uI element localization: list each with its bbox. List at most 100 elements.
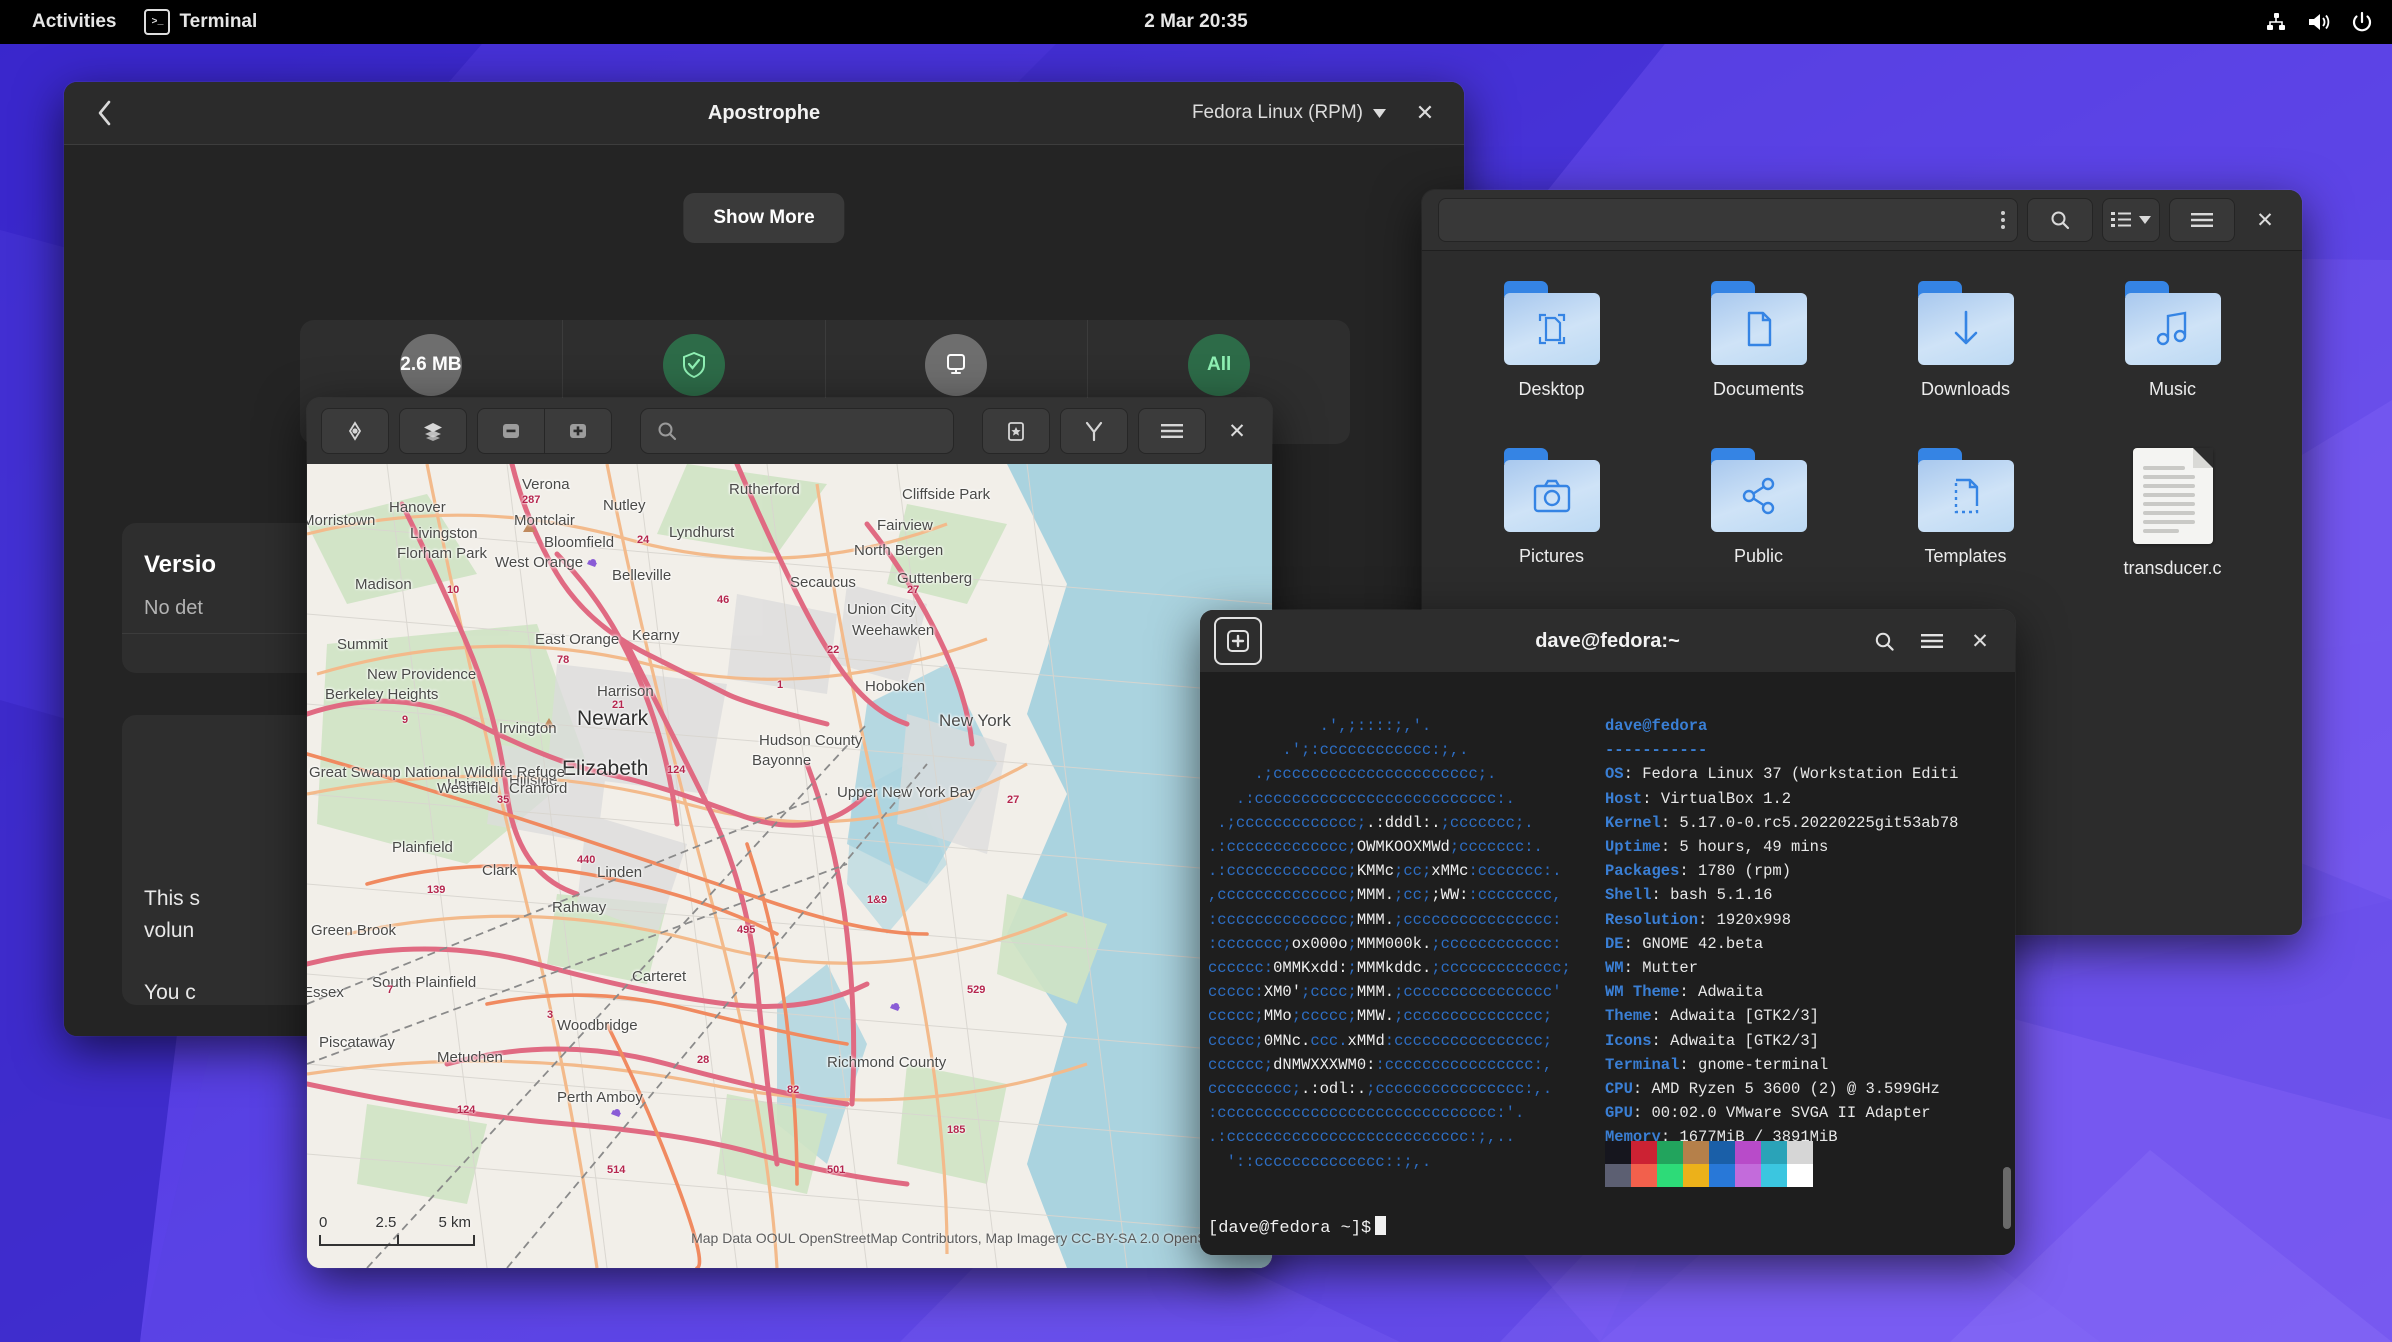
road-shield-label: 82 (787, 1084, 800, 1096)
file-item-documents[interactable]: Documents (1655, 273, 1862, 408)
neofetch-line: Resolution: 1920x998 (1605, 910, 1792, 929)
route-button[interactable] (1060, 408, 1128, 454)
file-item-public[interactable]: Public (1655, 440, 1862, 587)
list-view-icon (2111, 212, 2131, 227)
file-item-pictures[interactable]: Pictures (1448, 440, 1655, 587)
palette-swatch (1787, 1141, 1813, 1164)
file-item-music[interactable]: Music (2069, 273, 2276, 408)
maps-search-input[interactable] (640, 408, 954, 454)
apostrophe-titlebar: Apostrophe Fedora Linux (RPM) ✕ (64, 82, 1464, 145)
map-place-label: Madison (355, 576, 412, 593)
text-cursor (1375, 1215, 1387, 1235)
road-shield-label: 10 (447, 584, 460, 596)
package-source-label: Fedora Linux (RPM) (1191, 102, 1363, 123)
map-canvas[interactable]: Verona Hanover Rutherford Cliffside Park Mon… (307, 464, 1272, 1268)
file-item-downloads[interactable]: Downloads (1862, 273, 2069, 408)
file-item-desktop[interactable]: Desktop (1448, 273, 1655, 408)
palette-swatch (1709, 1141, 1735, 1164)
main-menu-button[interactable] (2169, 198, 2235, 242)
scale-zero: 0 (319, 1214, 328, 1231)
package-source-dropdown[interactable]: Fedora Linux (RPM) (1192, 102, 1386, 124)
map-place-label: Hanover (389, 499, 446, 516)
neofetch-line: WM Theme: Adwaita (1605, 983, 1764, 1002)
hamburger-menu-icon (1161, 424, 1183, 438)
map-place-label: Weehawken (852, 622, 935, 639)
terminal-close-button[interactable]: ✕ (1959, 620, 2001, 662)
shield-check-icon (682, 351, 705, 378)
shell-prompt: [dave@fedora ~]$ (1208, 1215, 1387, 1241)
palette-swatch (1631, 1141, 1657, 1164)
close-icon: ✕ (2256, 208, 2274, 232)
layers-icon (424, 423, 442, 441)
file-label: Desktop (1518, 379, 1585, 399)
map-place-label: Belleville (612, 567, 672, 584)
search-button[interactable] (2027, 198, 2093, 242)
maps-menu-button[interactable] (1138, 408, 1206, 454)
file-label: Pictures (1518, 546, 1585, 566)
documents-folder-icon (1710, 281, 1807, 365)
file-item-templates[interactable]: Templates (1862, 440, 2069, 587)
map-place-label: Harrison (597, 683, 654, 700)
map-place-label: Bloomfield (544, 534, 615, 551)
music-folder-icon (2124, 281, 2221, 365)
layers-button[interactable] (399, 408, 467, 454)
map-place-label: Plainfield (392, 839, 453, 856)
files-close-button[interactable]: ✕ (2244, 199, 2286, 241)
close-icon: ✕ (1415, 100, 1435, 125)
map-scale-bar: 0 2.5 5 km (319, 1214, 475, 1246)
scale-max: 5 km (438, 1214, 472, 1231)
favorites-icon (1008, 422, 1024, 441)
description-line1: This s (144, 887, 201, 910)
road-shield-label: 22 (827, 644, 840, 656)
path-bar[interactable] (1438, 198, 2018, 242)
app-menu-label: Terminal (179, 11, 258, 32)
road-shield-label: 21 (612, 699, 625, 711)
maps-close-button[interactable]: ✕ (1216, 410, 1258, 452)
version-subtitle: No det (144, 597, 203, 619)
app-menu-terminal[interactable]: >_ Terminal (130, 3, 271, 41)
desktop-folder-icon (1503, 281, 1600, 365)
terminal-icon: >_ (144, 9, 171, 35)
scale-bar-graphic (319, 1235, 475, 1246)
palette-swatch (1761, 1164, 1787, 1187)
neofetch-line: WM: Mutter (1605, 959, 1699, 978)
show-more-button[interactable]: Show More (683, 193, 845, 243)
file-label: Documents (1712, 379, 1805, 399)
chevron-down-icon (1373, 108, 1386, 118)
maps-titlebar: ✕ (307, 398, 1272, 464)
terminal-menu-button[interactable] (1911, 620, 1953, 662)
neofetch-line: Uptime: 5 hours, 49 mins (1605, 838, 1829, 857)
back-button[interactable] (84, 92, 126, 134)
new-tab-icon (1227, 630, 1249, 652)
hamburger-menu-icon (2191, 213, 2213, 227)
neofetch-line: Icons: Adwaita [GTK2/3] (1605, 1031, 1819, 1050)
clock-button[interactable]: 2 Mar 20:35 (1144, 11, 1248, 33)
road-shield-label: 501 (827, 1164, 846, 1176)
map-place-label: Hudson County (759, 732, 863, 749)
zoom-controls (477, 408, 612, 454)
activities-button[interactable]: Activities (18, 5, 130, 39)
map-place-label: Hoboken (865, 678, 926, 695)
road-shield-label: 529 (967, 984, 986, 996)
terminal-search-button[interactable] (1863, 620, 1905, 662)
route-icon (1085, 421, 1103, 442)
new-tab-button[interactable] (1214, 617, 1262, 665)
zoom-out-button[interactable] (477, 408, 544, 454)
terminal-window: dave@fedora:~ ✕ .',;::::;,'. .';:ccccccc… (1200, 610, 2015, 1255)
plus-icon (570, 424, 586, 438)
system-status-area[interactable] (2264, 10, 2374, 34)
map-place-label: North Bergen (854, 542, 944, 559)
map-place-label: Carteret (632, 968, 687, 985)
map-place-label: Irvington (499, 720, 557, 737)
close-button[interactable]: ✕ (1404, 92, 1446, 134)
terminal-scrollbar[interactable] (2003, 1167, 2011, 1229)
favorites-button[interactable] (982, 408, 1050, 454)
zoom-in-button[interactable] (544, 408, 612, 454)
power-icon (2352, 11, 2372, 32)
view-mode-button[interactable] (2102, 198, 2160, 242)
palette-swatch (1735, 1164, 1761, 1187)
file-item-transducer-c[interactable]: transducer.c (2069, 440, 2276, 587)
current-location-button[interactable] (321, 408, 389, 454)
terminal-output[interactable]: .',;::::;,'. .';:cccccccccccc:;,. .;cccc… (1200, 672, 2015, 1255)
map-place-label: Piscataway (319, 1034, 395, 1051)
